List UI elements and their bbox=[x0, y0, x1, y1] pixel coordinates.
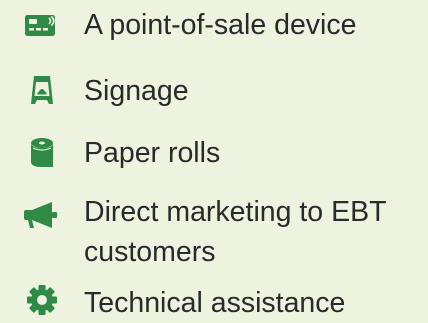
megaphone-icon bbox=[22, 199, 62, 231]
sandwich-board-sign-icon bbox=[22, 74, 62, 106]
gear-icon bbox=[22, 284, 62, 316]
list-item-label: Direct marketing to EBT customers bbox=[84, 196, 386, 268]
card-reader-icon bbox=[22, 12, 62, 44]
list-item-label: Technical assistance bbox=[84, 287, 346, 319]
list-item-label: Signage bbox=[84, 75, 189, 107]
list-item-label: A point-of-sale device bbox=[84, 9, 357, 41]
feature-list: A point-of-sale device Signage Paper rol… bbox=[0, 0, 428, 322]
paper-roll-icon bbox=[22, 136, 62, 168]
list-item-label: Paper rolls bbox=[84, 137, 221, 169]
